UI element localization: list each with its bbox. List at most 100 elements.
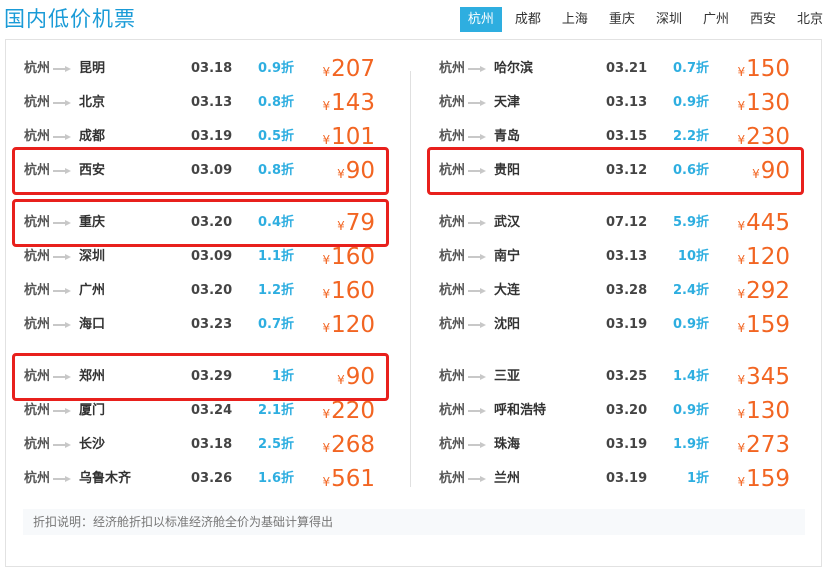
arrow-right-icon (468, 220, 486, 226)
discount-value: 5.9折 (672, 215, 709, 230)
discount-note: 折扣说明：经济舱折扣以标准经济舱全价为基础计算得出 (23, 509, 805, 535)
flight-date: 07.12 (606, 215, 648, 230)
price-value[interactable]: ¥292 (737, 274, 790, 311)
flight-row[interactable]: 杭州 武汉 07.12 5.9折 ¥445 (439, 206, 819, 240)
currency-symbol: ¥ (737, 287, 746, 301)
discount-value: 0.8折 (257, 95, 294, 110)
price-value[interactable]: ¥207 (322, 52, 375, 89)
discount-value: 2.5折 (257, 437, 294, 452)
currency-symbol: ¥ (322, 441, 331, 455)
currency-symbol: ¥ (322, 65, 331, 79)
price-value[interactable]: ¥273 (737, 428, 790, 465)
currency-symbol: ¥ (737, 321, 746, 335)
destination-city: 兰州 (494, 471, 521, 486)
price-value[interactable]: ¥160 (322, 274, 375, 311)
arrow-right-icon (468, 134, 486, 140)
price-value[interactable]: ¥120 (322, 308, 375, 345)
discount-value: 0.9折 (672, 317, 709, 332)
column-divider (410, 71, 411, 487)
flight-row[interactable]: 杭州 乌鲁木齐 03.26 1.6折 ¥561 (24, 462, 404, 496)
price-amount: 220 (331, 398, 375, 424)
price-value[interactable]: ¥159 (737, 462, 790, 499)
price-value[interactable]: ¥150 (737, 52, 790, 89)
destination-city: 呼和浩特 (494, 403, 547, 418)
price-value[interactable]: ¥143 (322, 86, 375, 123)
price-amount: 159 (746, 312, 790, 338)
arrow-right-icon (468, 254, 486, 260)
currency-symbol: ¥ (322, 475, 331, 489)
price-value[interactable]: ¥130 (737, 86, 790, 123)
discount-value: 1.4折 (672, 369, 709, 384)
arrow-right-icon (53, 442, 71, 448)
price-amount: 130 (746, 90, 790, 116)
flight-date: 03.25 (606, 369, 648, 384)
destination-city: 武汉 (494, 215, 521, 230)
tab-0[interactable]: 杭州 (459, 7, 502, 32)
origin-city: 杭州 (24, 471, 51, 486)
discount-value: 0.7折 (672, 61, 709, 76)
flight-row[interactable]: 杭州 广州 03.20 1.2折 ¥160 (24, 274, 404, 308)
tab-4[interactable]: 深圳 (648, 7, 690, 32)
price-value[interactable]: ¥268 (322, 428, 375, 465)
flight-date: 03.13 (191, 95, 233, 110)
flight-row[interactable]: 杭州 兰州 03.19 1折 ¥159 (439, 462, 819, 496)
price-value[interactable]: ¥159 (737, 308, 790, 345)
price-value[interactable]: ¥445 (737, 206, 790, 243)
flight-row[interactable]: 杭州 珠海 03.19 1.9折 ¥273 (439, 428, 819, 462)
currency-symbol: ¥ (737, 373, 746, 387)
flight-row[interactable]: 杭州 海口 03.23 0.7折 ¥120 (24, 308, 404, 342)
tab-7[interactable]: 北京 (789, 7, 831, 32)
origin-city: 杭州 (24, 61, 51, 76)
price-value[interactable]: ¥130 (737, 394, 790, 431)
discount-value: 2.4折 (672, 283, 709, 298)
flight-row[interactable]: 杭州 北京 03.13 0.8折 ¥143 (24, 86, 404, 120)
currency-symbol: ¥ (737, 441, 746, 455)
currency-symbol: ¥ (322, 99, 331, 113)
arrow-right-icon (468, 408, 486, 414)
flight-row[interactable]: 杭州 南宁 03.13 10折 ¥120 (439, 240, 819, 274)
price-value[interactable]: ¥561 (322, 462, 375, 499)
flight-date: 03.13 (606, 95, 648, 110)
tab-5[interactable]: 广州 (695, 7, 737, 32)
flight-row[interactable]: 杭州 长沙 03.18 2.5折 ¥268 (24, 428, 404, 462)
flight-date: 03.18 (191, 437, 233, 452)
flight-row[interactable]: 杭州 三亚 03.25 1.4折 ¥345 (439, 360, 819, 394)
flight-row[interactable]: 杭州 昆明 03.18 0.9折 ¥207 (24, 52, 404, 86)
origin-city: 杭州 (24, 437, 51, 452)
flight-row[interactable]: 杭州 沈阳 03.19 0.9折 ¥159 (439, 308, 819, 342)
arrow-right-icon (468, 66, 486, 72)
left-flight-column: 杭州 昆明 03.18 0.9折 ¥207 杭州 北京 03.13 0.8折 ¥143 杭州 成都 03… (24, 52, 404, 496)
currency-symbol: ¥ (737, 407, 746, 421)
flight-row[interactable]: 杭州 天津 03.13 0.9折 ¥130 (439, 86, 819, 120)
flight-date: 03.19 (606, 471, 648, 486)
destination-city: 北京 (79, 95, 106, 110)
price-value[interactable]: ¥345 (737, 360, 790, 397)
discount-value: 0.7折 (257, 317, 294, 332)
flight-row[interactable]: 杭州 呼和浩特 03.20 0.9折 ¥130 (439, 394, 819, 428)
flight-date: 03.19 (606, 317, 648, 332)
origin-city: 杭州 (439, 403, 466, 418)
tab-1[interactable]: 成都 (507, 7, 549, 32)
currency-symbol: ¥ (322, 321, 331, 335)
discount-value: 1.9折 (672, 437, 709, 452)
discount-value: 0.9折 (672, 403, 709, 418)
origin-city: 杭州 (24, 95, 51, 110)
destination-city: 海口 (79, 317, 106, 332)
right-flight-column: 杭州 哈尔滨 03.21 0.7折 ¥150 杭州 天津 03.13 0.9折 ¥130 杭州 青岛 0… (439, 52, 819, 496)
arrow-right-icon (468, 288, 486, 294)
flight-row[interactable]: 杭州 大连 03.28 2.4折 ¥292 (439, 274, 819, 308)
highlight-box (12, 353, 389, 401)
flight-date: 03.23 (191, 317, 233, 332)
tab-6[interactable]: 西安 (742, 7, 784, 32)
flight-date: 03.28 (606, 283, 648, 298)
arrow-right-icon (53, 100, 71, 106)
flight-row[interactable]: 杭州 哈尔滨 03.21 0.7折 ¥150 (439, 52, 819, 86)
tab-2[interactable]: 上海 (554, 7, 596, 32)
destination-city: 乌鲁木齐 (79, 471, 132, 486)
currency-symbol: ¥ (322, 133, 331, 147)
arrow-right-icon (53, 254, 71, 260)
arrow-right-icon (53, 66, 71, 72)
price-value[interactable]: ¥120 (737, 240, 790, 277)
price-amount: 561 (331, 466, 375, 492)
tab-3[interactable]: 重庆 (601, 7, 643, 32)
